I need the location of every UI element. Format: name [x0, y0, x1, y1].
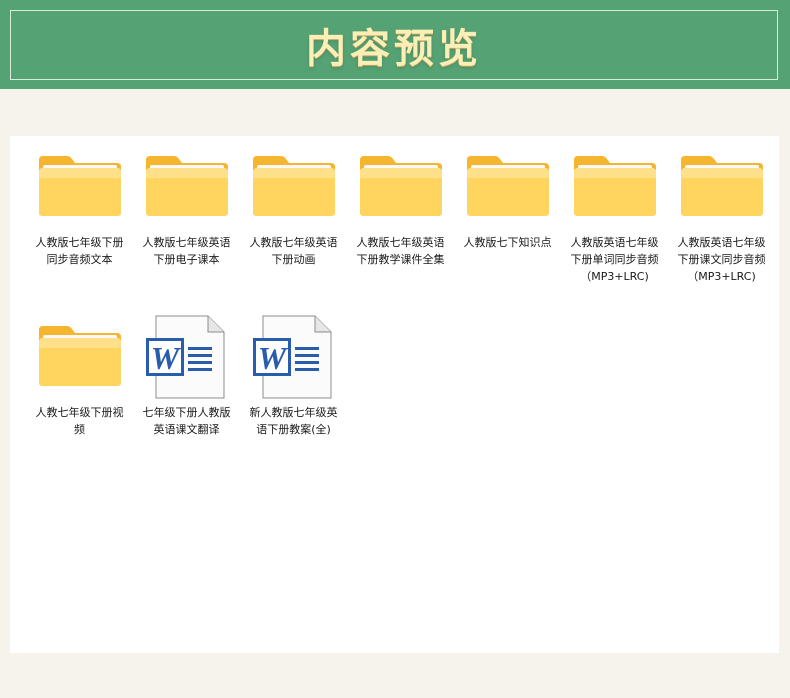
folder-icon: [142, 150, 232, 226]
file-item[interactable]: 人教版七年级下册同步音频文本: [26, 150, 133, 320]
file-name: 人教版七年级英语下册动画: [249, 236, 338, 266]
file-item[interactable]: W 新人教版七年级英语下册教案(全): [240, 315, 347, 490]
file-browser-panel: 人教版七年级下册同步音频文本 人教版七年级英语下册电子课本 人教版七年级英语下册…: [10, 136, 779, 653]
file-name: 人教版七下知识点: [463, 236, 552, 249]
file-item[interactable]: 人教版英语七年级下册单词同步音频（MP3+LRC): [561, 150, 668, 320]
file-name: 人教版七年级英语下册电子课本: [142, 236, 231, 266]
file-name: 新人教版七年级英语下册教案(全): [249, 406, 338, 436]
page-title: 内容预览: [306, 25, 482, 72]
svg-text:W: W: [257, 340, 288, 376]
file-item[interactable]: W 七年级下册人教版英语课文翻译: [133, 315, 240, 490]
folder-icon: [35, 150, 125, 226]
file-name: 七年级下册人教版英语课文翻译: [142, 406, 231, 436]
file-name: 人教七年级下册视频: [35, 406, 124, 436]
file-name: 人教版七年级英语下册教学课件全集: [356, 236, 445, 266]
file-name: 人教版七年级下册同步音频文本: [35, 236, 124, 266]
file-item[interactable]: 人教版七下知识点: [454, 150, 561, 320]
header-frame: 内容预览: [10, 10, 778, 80]
file-item[interactable]: 人教版七年级英语下册动画: [240, 150, 347, 320]
file-item[interactable]: 人教版七年级英语下册电子课本: [133, 150, 240, 320]
file-item[interactable]: 人教七年级下册视频: [26, 320, 133, 490]
file-name: 人教版英语七年级下册单词同步音频（MP3+LRC): [570, 236, 659, 283]
folder-icon: [677, 150, 767, 226]
file-grid: 人教版七年级下册同步音频文本 人教版七年级英语下册电子课本 人教版七年级英语下册…: [26, 150, 775, 490]
folder-icon: [463, 150, 553, 226]
svg-text:W: W: [150, 340, 181, 376]
file-item[interactable]: 人教版七年级英语下册教学课件全集: [347, 150, 454, 320]
word-document-icon: W: [142, 315, 232, 399]
file-name: 人教版英语七年级下册课文同步音频（MP3+LRC): [677, 236, 766, 283]
folder-icon: [356, 150, 446, 226]
folder-icon: [35, 320, 125, 396]
file-item[interactable]: 人教版英语七年级下册课文同步音频（MP3+LRC): [668, 150, 775, 320]
folder-icon: [249, 150, 339, 226]
folder-icon: [570, 150, 660, 226]
word-document-icon: W: [249, 315, 339, 399]
header-banner: 内容预览: [0, 0, 790, 89]
